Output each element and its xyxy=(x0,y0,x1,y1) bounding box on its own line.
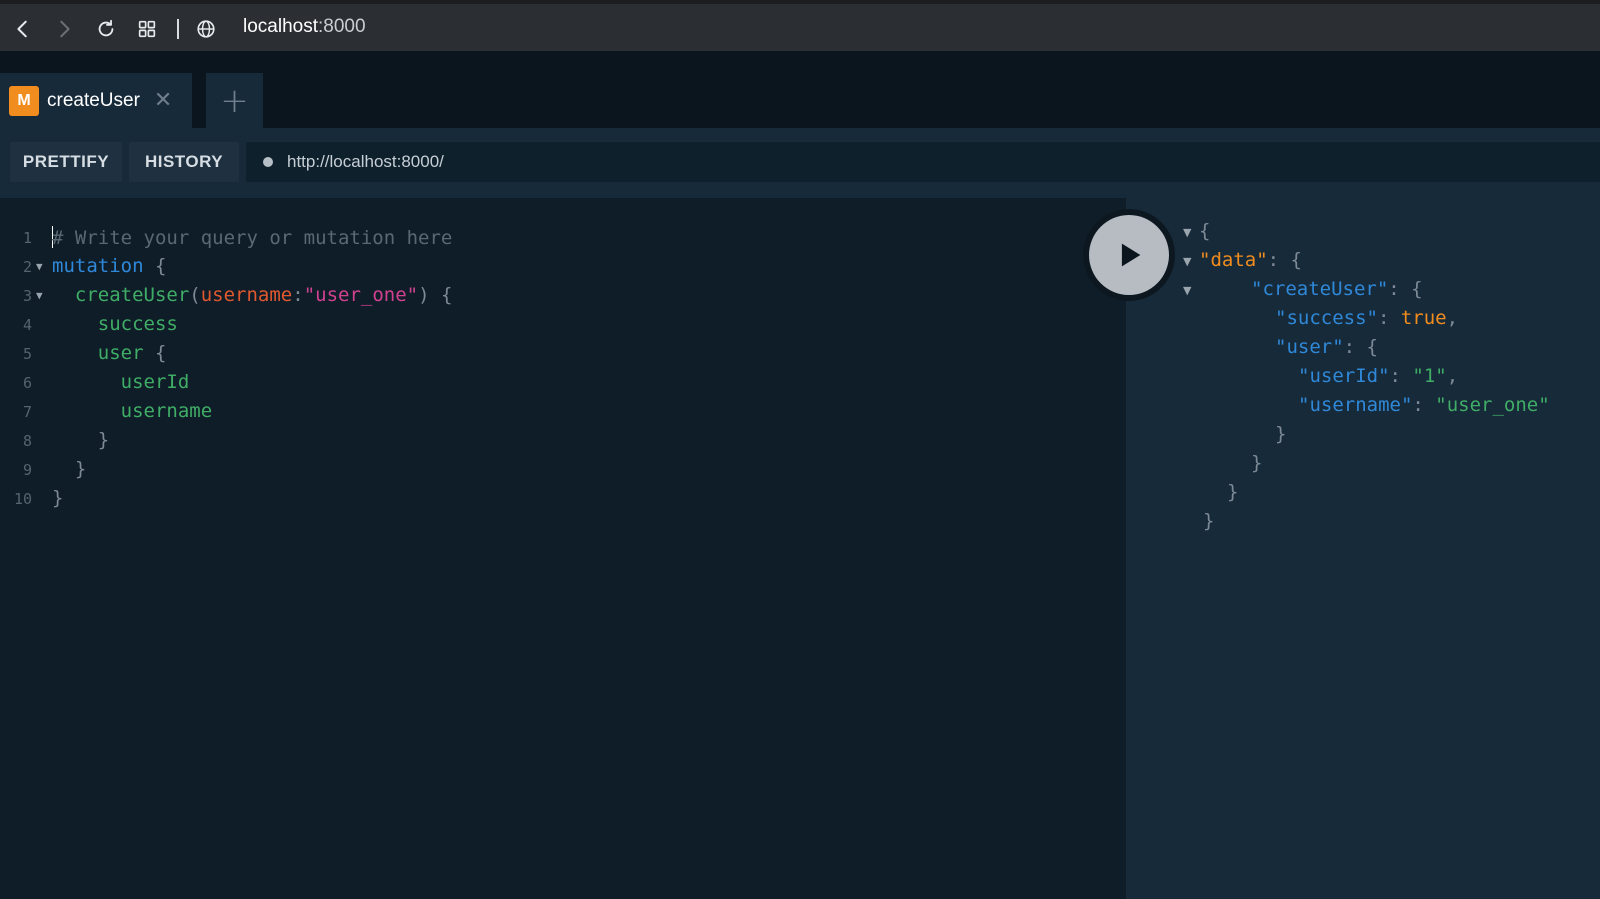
keyword: mutation xyxy=(52,255,144,277)
line-number: 5 xyxy=(22,345,32,363)
reload-button[interactable] xyxy=(91,14,121,44)
result-line: "username": "user_one" xyxy=(1298,394,1550,416)
line-number: 8 xyxy=(22,432,32,450)
globe-icon xyxy=(197,20,215,38)
back-button[interactable] xyxy=(8,14,38,44)
tabs-overview-button[interactable] xyxy=(132,14,162,44)
result-key-data: "data" xyxy=(1199,249,1268,271)
code-line: 8 } xyxy=(0,429,1100,458)
result-line: "success": true, xyxy=(1275,307,1459,329)
status-dot-icon xyxy=(263,157,273,167)
site-info-button[interactable] xyxy=(191,14,221,44)
result-line: { xyxy=(1199,220,1211,242)
tab-createuser[interactable]: M createUser ✕ xyxy=(0,73,192,128)
result-line: "createUser": { xyxy=(1251,278,1423,300)
result-line: "data": { xyxy=(1199,249,1302,271)
mutation-field: createUser xyxy=(74,284,190,306)
code-line: 4 success xyxy=(0,313,1100,342)
field-userid: userId xyxy=(120,371,190,393)
history-button[interactable]: HISTORY xyxy=(129,142,239,182)
result-key-userid: "userId" xyxy=(1298,365,1390,387)
result-line: "user": { xyxy=(1275,336,1378,358)
code-line: 7 username xyxy=(0,400,1100,429)
result-value-success: true xyxy=(1400,307,1447,329)
field-user: user xyxy=(97,342,144,364)
code-line: 1 # Write your query or mutation here xyxy=(0,226,1100,255)
fold-arrow-icon[interactable]: ▼ xyxy=(1183,284,1191,297)
code-line: 3 ▼ createUser(username:"user_one") { xyxy=(0,284,1100,313)
address-bar[interactable]: localhost:8000 xyxy=(243,16,366,38)
result-line: } xyxy=(1275,423,1287,445)
line-number: 6 xyxy=(22,374,32,392)
result-value-userid: "1" xyxy=(1412,365,1447,387)
argument-name: username xyxy=(200,284,293,306)
result-key-user: "user" xyxy=(1275,336,1344,358)
execute-query-button[interactable] xyxy=(1083,209,1175,301)
add-tab-button[interactable]: + xyxy=(206,73,263,128)
tab-bar: M createUser ✕ + xyxy=(0,51,1600,128)
code-line: 2 ▼ mutation { xyxy=(0,255,1100,284)
close-icon[interactable]: ✕ xyxy=(154,89,172,112)
result-value-username: "user_one" xyxy=(1435,394,1550,416)
fold-arrow-icon[interactable]: ▼ xyxy=(36,289,43,302)
mutation-badge: M xyxy=(9,85,39,116)
endpoint-url: http://localhost:8000/ xyxy=(287,152,444,171)
comment: # Write your query or mutation here xyxy=(52,227,453,249)
prettify-button[interactable]: PRETTIFY xyxy=(10,142,122,182)
line-number: 4 xyxy=(22,316,32,334)
chevron-left-icon xyxy=(17,20,27,38)
field-success: success xyxy=(97,313,178,335)
line-number: 7 xyxy=(22,403,32,421)
result-key-username: "username" xyxy=(1298,394,1413,416)
result-key-success: "success" xyxy=(1275,307,1378,329)
code-line: 6 userId xyxy=(0,371,1100,400)
editor-toolbar: PRETTIFY HISTORY http://localhost:8000/ xyxy=(0,128,1600,198)
reload-icon xyxy=(98,19,114,37)
fold-arrow-icon[interactable]: ▼ xyxy=(1183,226,1191,239)
toolbar-divider xyxy=(177,19,179,39)
result-key-createuser: "createUser" xyxy=(1251,278,1389,300)
code-line: 10 } xyxy=(0,487,1100,516)
line-number: 10 xyxy=(13,490,32,508)
url-port: :8000 xyxy=(318,16,366,37)
result-line: "userId": "1", xyxy=(1298,365,1459,387)
grid-icon xyxy=(138,20,156,38)
play-icon xyxy=(1121,243,1141,267)
fold-arrow-icon[interactable]: ▼ xyxy=(36,260,43,273)
argument-value: "user_one" xyxy=(303,284,419,306)
line-number: 3 xyxy=(22,287,32,305)
result-line: } xyxy=(1227,481,1239,503)
result-line: } xyxy=(1251,452,1263,474)
result-line: } xyxy=(1203,510,1215,532)
line-number: 1 xyxy=(22,229,32,247)
tab-title: createUser xyxy=(47,89,140,111)
line-number: 9 xyxy=(22,461,32,479)
code-line: 9 } xyxy=(0,458,1100,487)
browser-toolbar: localhost:8000 xyxy=(0,0,1600,51)
url-host: localhost xyxy=(243,16,318,37)
endpoint-input[interactable]: http://localhost:8000/ xyxy=(246,142,1600,182)
line-number: 2 xyxy=(22,258,32,276)
code-line: 5 user { xyxy=(0,342,1100,371)
play-button-face xyxy=(1089,215,1169,295)
fold-arrow-icon[interactable]: ▼ xyxy=(1183,255,1191,268)
forward-button[interactable] xyxy=(49,14,79,44)
chevron-right-icon xyxy=(60,20,70,38)
query-editor[interactable]: 1 # Write your query or mutation here 2 … xyxy=(0,198,1126,899)
field-username: username xyxy=(120,400,213,422)
